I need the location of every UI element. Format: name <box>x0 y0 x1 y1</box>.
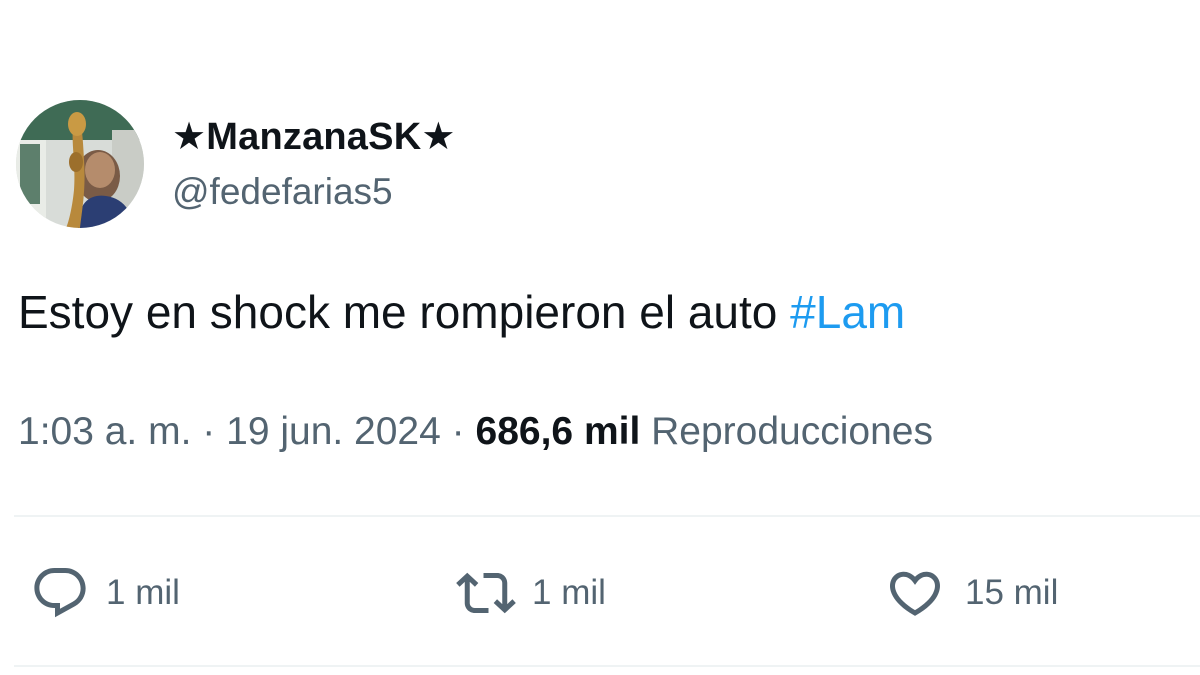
avatar[interactable] <box>16 100 144 228</box>
views-label: Reproducciones <box>651 410 933 453</box>
reply-icon <box>30 563 90 623</box>
like-button[interactable]: 15 mil <box>885 563 1058 623</box>
hashtag-link[interactable]: #Lam <box>790 286 905 338</box>
tweet-date[interactable]: 19 jun. 2024 <box>226 410 441 453</box>
display-name[interactable]: ★ManzanaSK★ <box>172 111 456 163</box>
reply-button[interactable]: 1 mil <box>30 563 180 623</box>
user-handle[interactable]: @fedefarias5 <box>172 167 456 217</box>
user-names: ★ManzanaSK★ @fedefarias5 <box>172 111 456 217</box>
divider <box>14 665 1200 667</box>
meta-separator: · <box>202 410 216 453</box>
tweet-meta: 1:03 a. m. · 19 jun. 2024 · 686,6 mil Re… <box>18 405 933 459</box>
avatar-image <box>16 100 144 228</box>
meta-separator: · <box>451 410 465 453</box>
divider <box>14 515 1200 517</box>
reply-count: 1 mil <box>106 573 180 612</box>
retweet-count: 1 mil <box>532 573 606 612</box>
tweet-body: Estoy en shock me rompieron el auto <box>18 286 791 338</box>
retweet-button[interactable]: 1 mil <box>456 563 606 623</box>
tweet-time[interactable]: 1:03 a. m. <box>18 410 191 453</box>
views-count: 686,6 mil <box>475 410 641 453</box>
tweet-text: Estoy en shock me rompieron el auto #Lam <box>18 282 905 342</box>
tweet-card: ★ManzanaSK★ @fedefarias5 Estoy en shock … <box>0 0 1200 675</box>
retweet-icon <box>456 563 516 623</box>
like-count: 15 mil <box>965 573 1059 612</box>
tweet-header: ★ManzanaSK★ @fedefarias5 <box>16 100 456 228</box>
heart-icon <box>885 563 945 623</box>
